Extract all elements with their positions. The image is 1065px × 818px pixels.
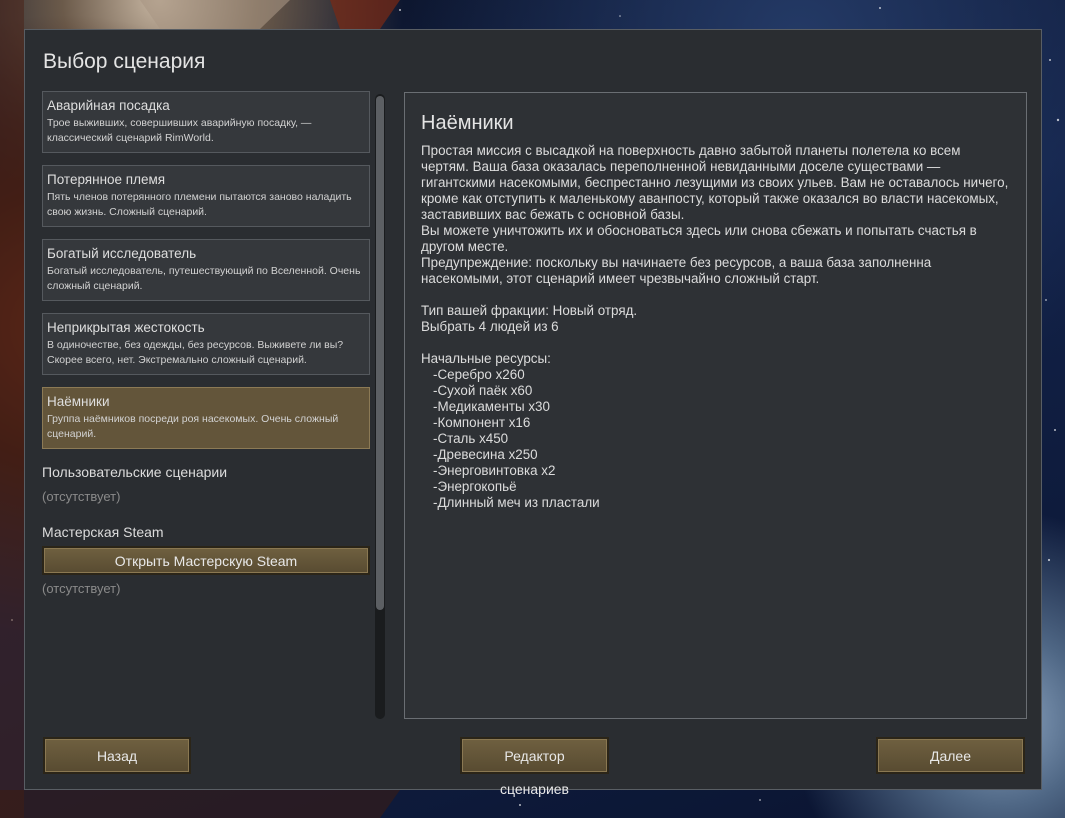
scenario-description: Трое выживших, совершивших аварийную пос…	[47, 117, 312, 144]
pawn-selection: Выбрать 4 людей из 6	[421, 319, 559, 334]
detail-title: Наёмники	[421, 112, 514, 134]
scenario-description: Богатый исследователь, путешествующий по…	[47, 265, 361, 292]
scenario-title: Неприкрытая жестокость	[47, 320, 205, 335]
scenario-card-naked-brutality[interactable]: Неприкрытая жестокость В одиночестве, бе…	[42, 313, 370, 375]
scenario-dialog: Выбор сценария Аварийная посадка Трое вы…	[24, 29, 1042, 797]
scenario-card-mercenaries[interactable]: Наёмники Группа наёмников посреди роя на…	[42, 387, 370, 449]
open-steam-workshop-button[interactable]: Открыть Мастерскую Steam	[42, 546, 370, 575]
scenario-title: Наёмники	[47, 394, 110, 409]
resource-item: -Сталь x450	[433, 431, 509, 446]
back-button[interactable]: Назад	[43, 737, 191, 774]
resource-item: -Длинный меч из пластали	[433, 495, 600, 510]
scenario-description: В одиночестве, без одежды, без ресурсов.…	[47, 339, 344, 366]
scenario-card-rich-explorer[interactable]: Богатый исследователь Богатый исследоват…	[42, 239, 370, 301]
resource-item: -Древесина x250	[433, 447, 538, 462]
scenario-title: Аварийная посадка	[47, 98, 170, 113]
scenario-card-crashlanded[interactable]: Аварийная посадка Трое выживших, соверши…	[42, 91, 370, 153]
custom-scenarios-heading: Пользовательские сценарии	[42, 464, 228, 480]
workshop-scenarios-empty: (отсутствует)	[42, 581, 121, 596]
scenario-detail-panel: Наёмники Простая миссия с высадкой на по…	[404, 92, 1027, 719]
resource-item: -Энергокопьё	[433, 479, 517, 494]
custom-scenarios-empty: (отсутствует)	[42, 489, 121, 504]
scenario-title: Богатый исследователь	[47, 246, 197, 261]
resource-item: -Сухой паёк x60	[433, 383, 533, 398]
detail-body: Простая миссия с высадкой на поверхность…	[421, 143, 1011, 511]
scenario-card-lost-tribe[interactable]: Потерянное племя Пять членов потерянного…	[42, 165, 370, 227]
steam-workshop-heading: Мастерская Steam	[42, 524, 164, 540]
resource-item: -Серебро x260	[433, 367, 525, 382]
scenario-list: Аварийная посадка Трое выживших, соверши…	[42, 91, 371, 718]
resource-item: -Энерговинтовка x2	[433, 463, 556, 478]
scenario-description: Группа наёмников посреди роя насекомых. …	[47, 413, 339, 440]
detail-paragraph: Предупреждение: поскольку вы начинаете б…	[421, 255, 932, 286]
detail-paragraph: Вы можете уничтожить их и обосноваться з…	[421, 223, 977, 254]
dialog-title: Выбор сценария	[43, 50, 206, 73]
scenario-title: Потерянное племя	[47, 172, 166, 187]
faction-type: Тип вашей фракции: Новый отряд.	[421, 303, 638, 318]
detail-paragraph: Простая миссия с высадкой на поверхность…	[421, 143, 1009, 222]
scenario-description: Пять членов потерянного племени пытаются…	[47, 191, 352, 218]
resources-heading: Начальные ресурсы:	[421, 351, 551, 366]
scrollbar-thumb[interactable]	[376, 96, 384, 610]
resource-item: -Компонент x16	[433, 415, 531, 430]
next-button[interactable]: Далее	[876, 737, 1025, 774]
resource-item: -Медикаменты x30	[433, 399, 550, 414]
scenario-editor-button[interactable]: Редактор сценариев	[460, 737, 609, 797]
